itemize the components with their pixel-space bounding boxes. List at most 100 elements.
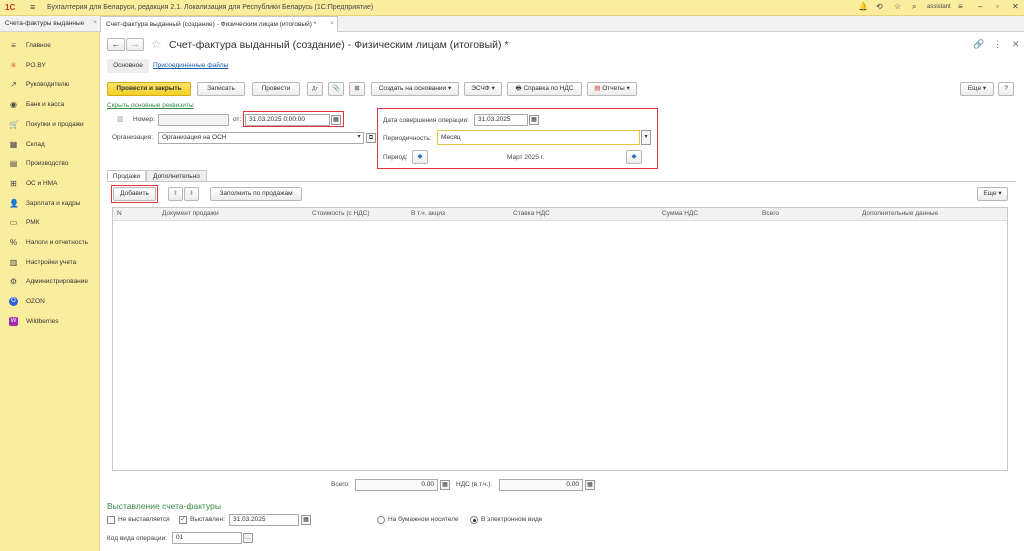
back-button[interactable]: ← <box>107 38 125 51</box>
history-icon[interactable]: ⟲ <box>876 2 883 11</box>
cart-icon: 🛒 <box>9 119 19 129</box>
issued-checkbox[interactable]: ✓ <box>179 516 187 524</box>
sidebar-item-main[interactable]: ≡ Главное <box>0 37 100 55</box>
sidebar-item-administration[interactable]: ⚙ Администрирование <box>0 273 100 291</box>
fill-by-sales-button[interactable]: Заполнить по продажам <box>210 187 302 201</box>
sidebar-item-label: ОС и НМА <box>26 179 58 187</box>
col-cost: Стоимость (с НДС) <box>312 210 370 217</box>
org-dropdown-icon[interactable]: ▾ <box>354 133 364 143</box>
subtab-files[interactable]: Присоединенные файлы <box>153 62 228 69</box>
user-name[interactable]: assistant <box>927 4 951 10</box>
number-input[interactable] <box>158 114 229 126</box>
move-up-button[interactable]: ⬆ <box>168 187 183 201</box>
gear-icon: ⚙ <box>9 277 18 287</box>
op-code-input[interactable]: 01 <box>172 532 242 544</box>
vat-reference-button[interactable]: 🖶 Справка по НДС <box>507 82 582 96</box>
more-label: Еще <box>967 85 982 92</box>
chart-icon: ↗ <box>10 80 17 90</box>
not-issued-label: Не выставляется <box>118 516 170 523</box>
col-document: Документ продажи <box>162 210 219 217</box>
move-down-button[interactable]: ⬇ <box>184 187 199 201</box>
bell-icon[interactable]: 🔔 <box>858 2 868 11</box>
dt-kt-icon[interactable]: Дт <box>307 82 323 96</box>
help-button[interactable]: ? <box>998 82 1014 96</box>
search-icon[interactable]: ⌕ <box>912 2 916 12</box>
close-form-icon[interactable]: ✕ <box>1012 39 1020 50</box>
esf-button[interactable]: ЭСЧФ ▾ <box>464 82 502 96</box>
post-and-close-button[interactable]: Провести и закрыть <box>107 82 191 96</box>
electronic-radio[interactable] <box>470 516 478 524</box>
op-date-calendar-icon[interactable]: ▦ <box>529 115 539 125</box>
subtab-main[interactable]: Основное <box>107 59 149 73</box>
minimize-icon[interactable]: – <box>978 2 982 11</box>
menu-icon[interactable]: ≡ <box>30 2 35 12</box>
tab-invoices-list[interactable]: Счета-фактуры выданные × <box>0 16 100 32</box>
close-icon[interactable]: ✕ <box>1012 2 1019 11</box>
sidebar-item-label: Производство <box>26 160 69 168</box>
forward-button[interactable]: → <box>126 38 144 51</box>
total-calc-icon[interactable]: ▦ <box>440 480 450 490</box>
salary-icon: 👤 <box>9 198 19 208</box>
paper-radio[interactable] <box>377 516 385 524</box>
vat-calc-icon[interactable]: ▦ <box>585 480 595 490</box>
close-icon[interactable]: × <box>93 19 97 26</box>
not-issued-checkbox[interactable] <box>107 516 115 524</box>
sidebar-item-manager[interactable]: ↗ Руководителю <box>0 76 100 94</box>
poby-icon: ✳ <box>10 60 17 70</box>
col-additional: Дополнительные данные <box>862 210 939 217</box>
sidebar-item-production[interactable]: ▤ Производство <box>0 155 100 173</box>
restore-icon[interactable]: ▫ <box>996 2 999 11</box>
structure-icon[interactable]: ⊞ <box>349 82 365 96</box>
op-code-select-icon[interactable]: … <box>243 533 253 543</box>
organization-input[interactable]: Организация на ОСН <box>158 132 364 144</box>
tab-divider <box>107 181 1016 182</box>
periodicity-dropdown-icon[interactable]: ▾ <box>641 130 651 145</box>
table-more-button[interactable]: Еще ▾ <box>977 187 1008 201</box>
more-button[interactable]: Еще ▾ <box>960 82 994 96</box>
date-highlight <box>243 111 344 127</box>
star-icon[interactable]: ☆ <box>894 2 901 11</box>
open-org-icon[interactable]: ⧉ <box>366 133 376 143</box>
close-icon[interactable]: × <box>330 20 334 27</box>
sidebar-item-purchases-sales[interactable]: 🛒 Покупки и продажи <box>0 116 100 134</box>
op-date-input[interactable]: 31.03.2025 <box>474 114 528 126</box>
sidebar-item-os-nma[interactable]: ⊞ ОС и НМА <box>0 175 100 193</box>
tab-invoice-create[interactable]: Счет-фактура выданный (создание) - Физич… <box>100 16 338 32</box>
hide-details-link[interactable]: Скрыть основные реквизиты <box>107 102 194 109</box>
post-button[interactable]: Провести <box>252 82 300 96</box>
more-menu-icon[interactable]: ⋮ <box>993 39 1002 50</box>
save-button[interactable]: Записать <box>197 82 245 96</box>
sidebar-item-label: Администрирование <box>26 278 88 286</box>
reports-button[interactable]: ▤ Отчеты ▾ <box>587 82 637 96</box>
sidebar-item-ozon[interactable]: O OZON <box>0 293 100 311</box>
sidebar-item-poby[interactable]: ✳ PO.BY <box>0 57 100 75</box>
sidebar-item-rmk[interactable]: ▭ РМК <box>0 214 100 232</box>
total-label: Всего: <box>331 481 350 488</box>
link-icon[interactable]: 🔗 <box>973 39 984 50</box>
sidebar-item-label: Wildberries <box>26 317 59 325</box>
settings-icon[interactable]: ≡ <box>958 2 963 11</box>
sidebar-item-warehouse[interactable]: ▦ Склад <box>0 136 100 154</box>
favorite-star-icon[interactable]: ☆ <box>151 37 162 51</box>
period-value: Март 2025 г. <box>507 154 545 161</box>
taxes-icon: % <box>9 238 18 247</box>
sidebar-item-label: Руководителю <box>26 81 70 89</box>
sidebar-item-bank[interactable]: ◉ Банк и касса <box>0 96 100 114</box>
create-based-label: Создать на основании <box>378 85 447 92</box>
col-total: Всего <box>762 210 780 217</box>
periodicity-select[interactable]: Месяц <box>437 130 640 145</box>
sidebar-item-accounting-settings[interactable]: ▥ Настройки учета <box>0 254 100 272</box>
paperclip-icon[interactable]: 📎 <box>328 82 344 96</box>
tab-additional-label: Дополнительно <box>153 173 200 180</box>
sidebar-item-taxes[interactable]: % Налоги и отчетность <box>0 234 100 252</box>
sidebar-item-label: Зарплата и кадры <box>26 199 81 207</box>
sales-table[interactable] <box>112 207 1008 471</box>
total-field: 0.00 <box>355 479 438 491</box>
issued-date-input[interactable]: 31.03.2025 <box>229 514 299 526</box>
create-based-button[interactable]: Создать на основании ▾ <box>371 82 459 96</box>
period-prev-button[interactable]: ◆ <box>412 150 428 164</box>
sidebar-item-salary[interactable]: 👤 Зарплата и кадры <box>0 195 100 213</box>
period-next-button[interactable]: ◆ <box>626 150 642 164</box>
sidebar-item-wildberries[interactable]: W Wildberries <box>0 313 100 331</box>
issued-date-calendar-icon[interactable]: ▦ <box>301 515 311 525</box>
